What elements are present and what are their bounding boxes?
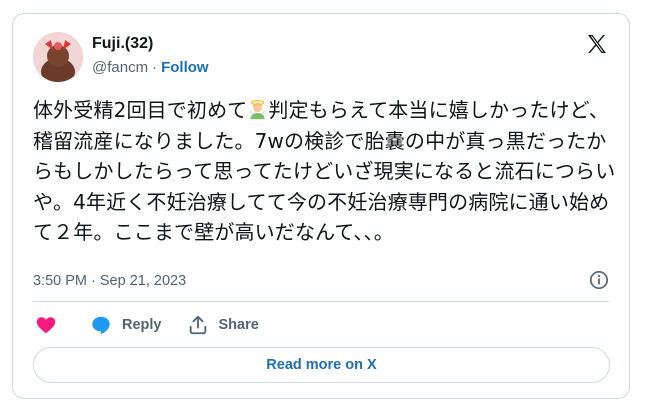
timestamp[interactable]: 3:50 PM · Sep 21, 2023 <box>33 273 186 289</box>
share-label: Share <box>218 317 259 333</box>
follow-button[interactable]: Follow <box>161 59 209 76</box>
info-icon[interactable] <box>589 270 609 290</box>
share-button[interactable]: Share <box>187 314 259 336</box>
divider <box>33 301 609 302</box>
separator-dot: · <box>152 59 158 76</box>
tweet-card: Fuji.(32) @fancm · Follow 体外受精2回目で初めて 判定… <box>12 13 630 399</box>
avatar[interactable] <box>33 32 83 82</box>
heart-icon <box>36 317 56 334</box>
reply-label: Reply <box>122 317 162 333</box>
x-logo-icon[interactable] <box>585 32 609 56</box>
author-display-name[interactable]: Fuji.(32) <box>92 35 153 53</box>
like-button[interactable] <box>35 314 57 336</box>
share-icon <box>189 315 206 335</box>
reply-button[interactable]: Reply <box>90 314 162 336</box>
read-more-button[interactable]: Read more on X <box>33 347 610 383</box>
action-bar: Reply Share <box>35 314 259 336</box>
tweet-text-part-1: 体外受精2回目で初めて <box>33 98 248 122</box>
tweet-text: 体外受精2回目で初めて 判定もらえて本当に嬉しかったけど、稽留流産になりました。… <box>33 95 618 248</box>
author-handle-row: @fancm · Follow <box>92 59 209 76</box>
author-handle[interactable]: @fancm <box>92 59 148 76</box>
person-with-halo-emoji <box>247 98 268 120</box>
reply-bubble-icon <box>92 316 110 335</box>
